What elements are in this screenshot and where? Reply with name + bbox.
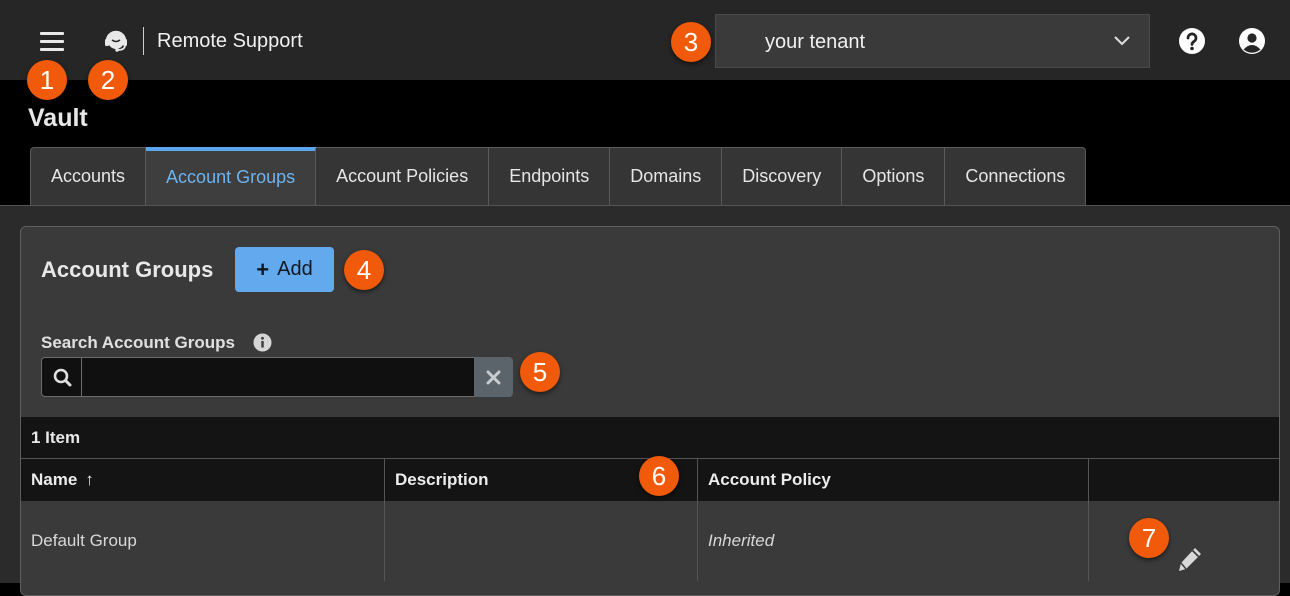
tenant-selected-value: your tenant: [765, 31, 866, 53]
add-account-group-button[interactable]: + Add: [235, 247, 334, 292]
column-name-label: Name: [31, 470, 78, 489]
callout-badge-6: 6: [639, 456, 679, 496]
search-group: [41, 357, 513, 397]
item-count: 1 Item: [21, 417, 1279, 459]
add-button-label: Add: [277, 258, 313, 280]
panel-heading: Account Groups: [41, 257, 214, 282]
top-bar: Remote Support your tenant: [0, 0, 1290, 80]
tab-connections[interactable]: Connections: [945, 147, 1087, 206]
callout-badge-1: 1: [27, 60, 67, 100]
tab-accounts[interactable]: Accounts: [30, 147, 147, 206]
search-button[interactable]: [41, 357, 82, 397]
sort-ascending-icon: ↑: [85, 470, 94, 489]
column-header-actions: [1089, 459, 1279, 501]
callout-badge-7: 7: [1129, 518, 1169, 558]
content-area: Account Groups + Add Search Account Grou…: [0, 205, 1290, 596]
column-header-name[interactable]: Name ↑: [21, 459, 385, 501]
app-title: Remote Support: [157, 30, 303, 52]
search-icon: [53, 368, 72, 387]
headset-icon: [105, 30, 127, 52]
clear-search-button[interactable]: [474, 357, 513, 397]
cell-account-policy: Inherited: [698, 501, 1089, 581]
tab-account-groups[interactable]: Account Groups: [146, 147, 317, 206]
hamburger-menu-icon[interactable]: [40, 30, 66, 52]
tenant-select[interactable]: your tenant: [715, 14, 1150, 68]
page-title: Vault: [28, 104, 88, 132]
cell-description: [385, 501, 698, 581]
title-divider: [143, 27, 144, 55]
column-header-account-policy: Account Policy: [698, 459, 1089, 501]
chevron-down-icon: [1114, 36, 1130, 46]
user-account-icon[interactable]: [1238, 27, 1266, 55]
tab-account-policies[interactable]: Account Policies: [316, 147, 490, 206]
tab-domains[interactable]: Domains: [610, 147, 723, 206]
close-icon: [486, 370, 501, 385]
search-label: Search Account Groups: [41, 333, 235, 352]
cell-name: Default Group: [21, 501, 385, 581]
help-circle-icon[interactable]: [1178, 27, 1206, 55]
table-row: Default Group Inherited: [21, 501, 1279, 581]
pencil-edit-icon[interactable]: [1175, 544, 1205, 574]
account-groups-table: 1 Item Name ↑ Description Account Policy…: [21, 417, 1279, 581]
callout-badge-3: 3: [671, 22, 711, 62]
info-icon[interactable]: [253, 333, 272, 352]
plus-icon: +: [256, 256, 270, 282]
tab-endpoints[interactable]: Endpoints: [489, 147, 611, 206]
callout-badge-4: 4: [344, 250, 384, 290]
tab-discovery[interactable]: Discovery: [722, 147, 843, 206]
tab-options[interactable]: Options: [842, 147, 946, 206]
callout-badge-2: 2: [88, 60, 128, 100]
tab-bar: Accounts Account Groups Account Policies…: [30, 147, 1087, 206]
callout-badge-5: 5: [520, 352, 560, 392]
account-groups-panel: Account Groups + Add Search Account Grou…: [20, 226, 1280, 596]
search-input[interactable]: [81, 357, 475, 397]
